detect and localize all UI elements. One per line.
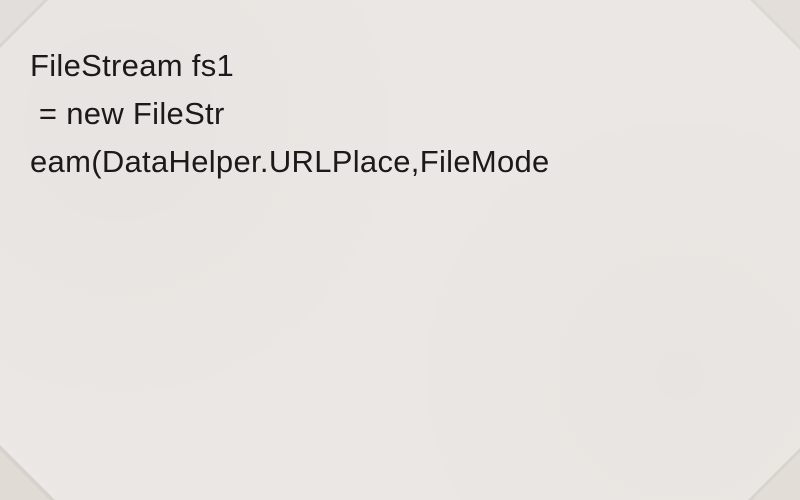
code-content: FileStream fs1 = new FileStr eam(DataHel… [30, 42, 770, 186]
code-line-2: = new FileStr [30, 90, 770, 138]
corner-fold-bottom-right [748, 448, 800, 500]
code-line-3: eam(DataHelper.URLPlace,FileMode [30, 138, 770, 186]
code-line-1: FileStream fs1 [30, 42, 770, 90]
corner-fold-top-left [0, 0, 48, 48]
corner-fold-bottom-left [0, 445, 55, 500]
